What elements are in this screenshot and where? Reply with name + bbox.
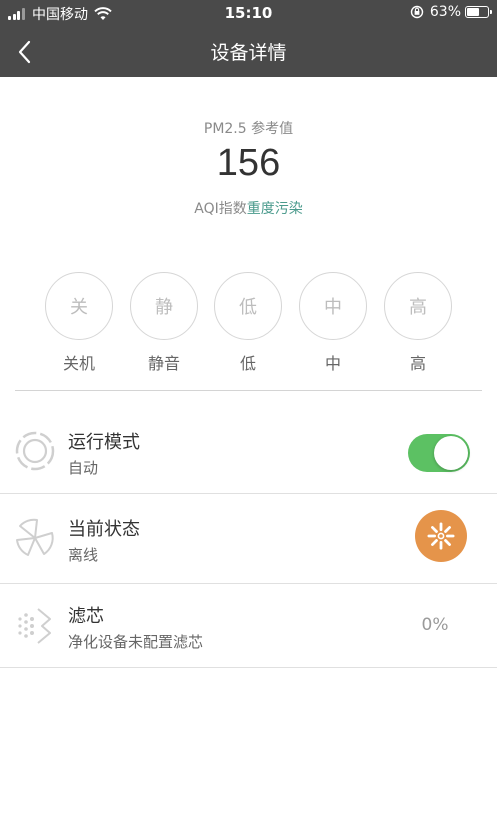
speed-button-mid[interactable]: 中 <box>299 272 367 340</box>
aqi-line: AQI指数重度污染 <box>0 198 497 218</box>
aqi-prefix: AQI指数 <box>194 201 247 217</box>
speed-glyph-low: 低 <box>239 297 257 318</box>
fan-button[interactable] <box>415 510 467 562</box>
current-state-value: 离线 <box>68 546 99 564</box>
filter-percent: 0% <box>421 615 449 635</box>
speed-label-mid: 中 <box>324 354 341 373</box>
speed-glyph-high: 高 <box>409 297 427 318</box>
speed-glyph-off: 关 <box>70 297 88 318</box>
filter-dots-icon <box>18 608 51 644</box>
speed-button-off[interactable]: 关 <box>45 272 113 340</box>
section-divider <box>15 390 482 391</box>
speed-glyph-silent: 静 <box>155 297 173 318</box>
row-divider <box>0 583 497 584</box>
ring-icon <box>15 431 55 471</box>
row-divider <box>0 667 497 668</box>
status-bar: 中国移动 15:10 63% <box>0 0 497 26</box>
fan-icon <box>427 522 455 550</box>
filter-subtitle: 净化设备未配置滤芯 <box>68 633 204 651</box>
speed-glyph-mid: 中 <box>324 297 342 318</box>
rotation-lock-icon <box>410 5 424 19</box>
speed-button-silent[interactable]: 静 <box>130 272 198 340</box>
speed-label-low: 低 <box>239 354 256 373</box>
auto-mode-toggle[interactable] <box>408 434 470 472</box>
page-title: 设备详情 <box>210 42 287 64</box>
speed-button-high[interactable]: 高 <box>384 272 452 340</box>
toggle-knob <box>434 436 468 470</box>
nav-bar: 设备详情 <box>0 26 497 77</box>
run-mode-value: 自动 <box>68 459 99 477</box>
speed-label-silent: 静音 <box>147 354 180 373</box>
run-mode-title: 运行模式 <box>68 432 140 453</box>
fan-blades-icon <box>16 518 54 556</box>
status-right: 63% <box>410 4 492 20</box>
pm25-value: 156 <box>216 142 281 184</box>
filter-title: 滤芯 <box>68 606 104 627</box>
current-state-title: 当前状态 <box>68 519 140 540</box>
header: 中国移动 15:10 63% 设备详情 <box>0 0 497 77</box>
speed-button-low[interactable]: 低 <box>214 272 282 340</box>
speed-label-high: 高 <box>409 354 426 373</box>
pm25-label: PM2.5 参考值 <box>203 121 294 137</box>
battery-percent: 63% <box>429 4 461 20</box>
battery-fill <box>467 8 479 16</box>
speed-label-off: 关机 <box>62 354 95 373</box>
battery-icon <box>465 6 492 18</box>
aqi-level: 重度污染 <box>246 201 303 217</box>
row-divider <box>0 493 497 494</box>
